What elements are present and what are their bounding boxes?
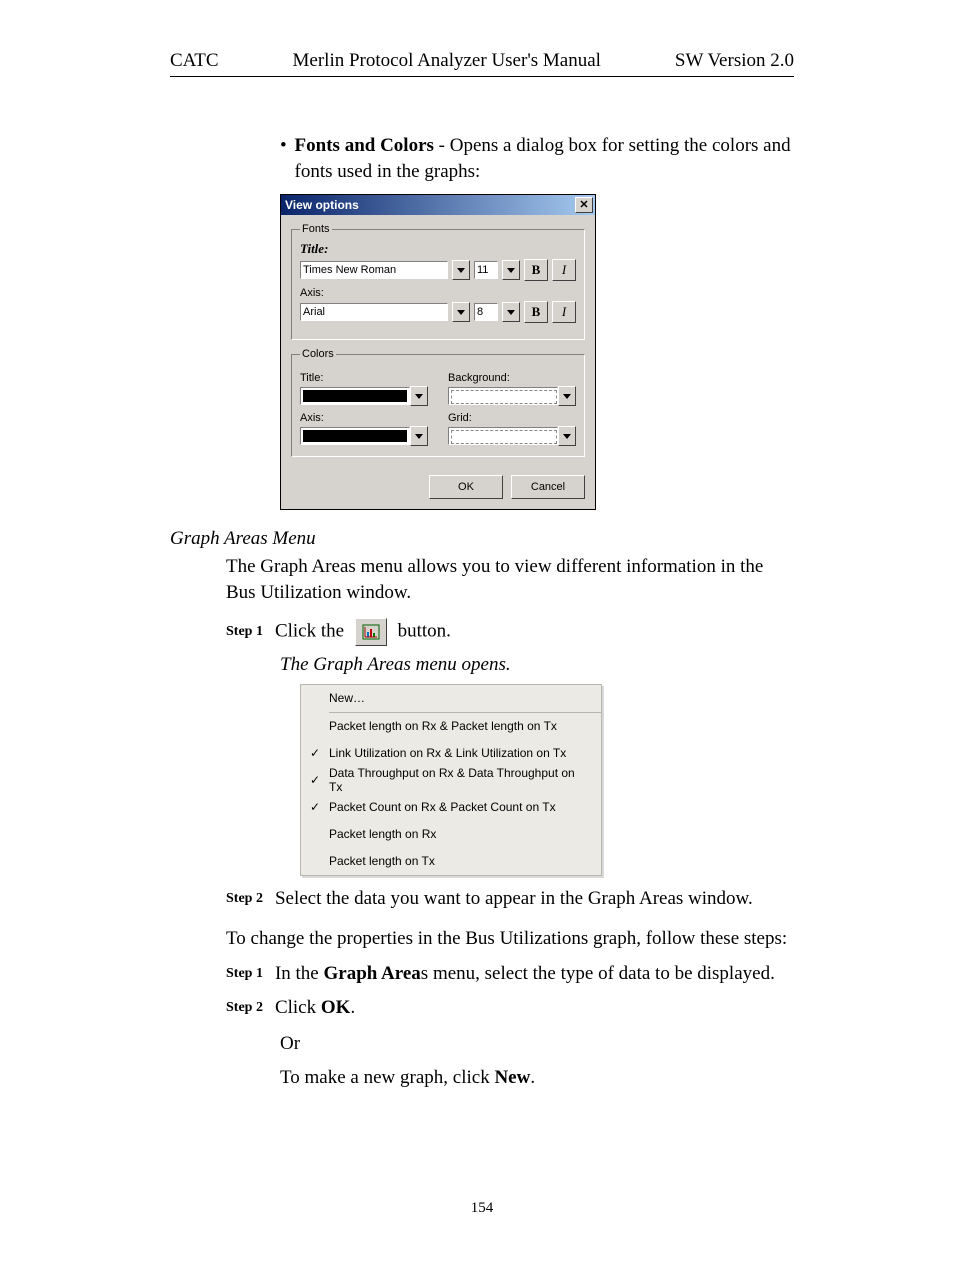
step2-text: Select the data you want to appear in th… xyxy=(275,888,753,910)
menu-item[interactable]: Packet length on Rx & Packet length on T… xyxy=(301,713,601,740)
menu-item[interactable]: Packet length on Rx xyxy=(301,821,601,848)
step2-row: Step 2 Select the data you want to appea… xyxy=(226,888,794,910)
last-a: To make a new graph, click xyxy=(280,1067,494,1088)
view-options-dialog: View options ✕ Fonts Title: Times New Ro… xyxy=(280,194,596,510)
step1b-bold: Graph Area xyxy=(324,963,421,984)
menu-item[interactable]: ✓Link Utilization on Rx & Link Utilizati… xyxy=(301,740,601,767)
ok-button[interactable]: OK xyxy=(429,475,503,499)
section-graph-areas-menu: Graph Areas Menu xyxy=(170,528,794,550)
bullet-bold: Fonts and Colors xyxy=(295,135,434,156)
background-color-swatch[interactable] xyxy=(448,387,558,405)
chevron-down-icon[interactable] xyxy=(558,386,576,406)
menu-item[interactable]: ✓Packet Count on Rx & Packet Count on Tx xyxy=(301,794,601,821)
menu-label: Link Utilization on Rx & Link Utilizatio… xyxy=(329,746,601,760)
chevron-down-icon[interactable] xyxy=(502,302,520,322)
cancel-button[interactable]: Cancel xyxy=(511,475,585,499)
bullet-dot: • xyxy=(280,133,295,184)
menu-label: Packet length on Tx xyxy=(329,854,601,868)
title-size-select[interactable]: 11 xyxy=(474,261,498,279)
colors-group: Colors Title: Background: xyxy=(291,348,585,457)
step1-row: Step 1 Click the button. xyxy=(226,618,794,646)
axis-color-swatch[interactable] xyxy=(300,427,410,445)
title-font-select[interactable]: Times New Roman xyxy=(300,261,448,279)
step1b-row: Step 1 In the Graph Areas menu, select t… xyxy=(226,963,794,985)
color-background-label: Background: xyxy=(448,372,576,384)
check-icon: ✓ xyxy=(301,773,329,787)
grid-color-swatch[interactable] xyxy=(448,427,558,445)
menu-item[interactable]: ✓Data Throughput on Rx & Data Throughput… xyxy=(301,767,601,794)
menu-label: Packet length on Rx xyxy=(329,827,601,841)
bold-button[interactable]: B xyxy=(524,301,548,323)
chevron-down-icon[interactable] xyxy=(452,260,470,280)
page-number: 154 xyxy=(170,1200,794,1217)
axis-label: Axis: xyxy=(300,287,576,299)
graph-areas-menu: New… Packet length on Rx & Packet length… xyxy=(300,684,602,876)
title-label: Title: xyxy=(300,241,576,257)
step2b-a: Click xyxy=(275,997,321,1018)
chevron-down-icon[interactable] xyxy=(452,302,470,322)
axis-size-select[interactable]: 8 xyxy=(474,303,498,321)
step1-text-b: button. xyxy=(398,620,451,641)
menu-item-new[interactable]: New… xyxy=(301,685,601,712)
color-title-label: Title: xyxy=(300,372,428,384)
axis-font-value: Arial xyxy=(303,306,325,318)
close-icon[interactable]: ✕ xyxy=(575,197,593,213)
step2b-b: . xyxy=(350,997,355,1018)
step-label: Step 2 xyxy=(226,891,263,907)
or-line: Or xyxy=(280,1031,794,1057)
header-left: CATC xyxy=(170,50,219,72)
para-graph-areas-intro: The Graph Areas menu allows you to view … xyxy=(226,554,794,605)
chevron-down-icon[interactable] xyxy=(410,426,428,446)
italic-button[interactable]: I xyxy=(552,301,576,323)
step2b-bold: OK xyxy=(321,997,351,1018)
dialog-titlebar[interactable]: View options ✕ xyxy=(281,195,595,215)
bold-button[interactable]: B xyxy=(524,259,548,281)
step1b-b: s menu, select the type of data to be di… xyxy=(421,963,775,984)
last-b: . xyxy=(530,1067,535,1088)
chevron-down-icon[interactable] xyxy=(558,426,576,446)
check-icon: ✓ xyxy=(301,800,329,814)
menu-label: New… xyxy=(329,691,601,705)
para-change-properties: To change the properties in the Bus Util… xyxy=(226,926,794,952)
menu-label: Data Throughput on Rx & Data Throughput … xyxy=(329,766,601,794)
chevron-down-icon[interactable] xyxy=(410,386,428,406)
italic-graph-areas-opens: The Graph Areas menu opens. xyxy=(280,654,794,676)
step2b-row: Step 2 Click OK. xyxy=(226,997,794,1019)
step1b-a: In the xyxy=(275,963,324,984)
fonts-legend: Fonts xyxy=(300,223,332,235)
check-icon: ✓ xyxy=(301,746,329,760)
chevron-down-icon[interactable] xyxy=(502,260,520,280)
step1-text-a: Click the xyxy=(275,620,344,641)
title-size-value: 11 xyxy=(477,264,488,276)
fonts-group: Fonts Title: Times New Roman 11 B I Axis… xyxy=(291,223,585,340)
last-bold: New xyxy=(494,1067,530,1088)
dialog-title: View options xyxy=(285,198,359,212)
color-grid-label: Grid: xyxy=(448,412,576,424)
graph-areas-toolbar-icon[interactable] xyxy=(355,618,387,646)
title-color-swatch[interactable] xyxy=(300,387,410,405)
color-axis-label: Axis: xyxy=(300,412,428,424)
italic-button[interactable]: I xyxy=(552,259,576,281)
step-label: Step 1 xyxy=(226,966,263,982)
title-font-value: Times New Roman xyxy=(303,264,396,276)
new-graph-line: To make a new graph, click New. xyxy=(280,1065,794,1091)
colors-legend: Colors xyxy=(300,348,336,360)
page-header: CATC Merlin Protocol Analyzer User's Man… xyxy=(170,50,794,77)
bullet-fonts-and-colors: • Fonts and Colors - Opens a dialog box … xyxy=(280,133,794,184)
menu-label: Packet length on Rx & Packet length on T… xyxy=(329,719,601,733)
step-label: Step 1 xyxy=(226,624,263,640)
menu-label: Packet Count on Rx & Packet Count on Tx xyxy=(329,800,601,814)
axis-font-select[interactable]: Arial xyxy=(300,303,448,321)
step-label: Step 2 xyxy=(226,1000,263,1016)
header-center: Merlin Protocol Analyzer User's Manual xyxy=(293,50,601,72)
header-right: SW Version 2.0 xyxy=(675,50,794,72)
axis-size-value: 8 xyxy=(477,306,483,318)
menu-item[interactable]: Packet length on Tx xyxy=(301,848,601,875)
